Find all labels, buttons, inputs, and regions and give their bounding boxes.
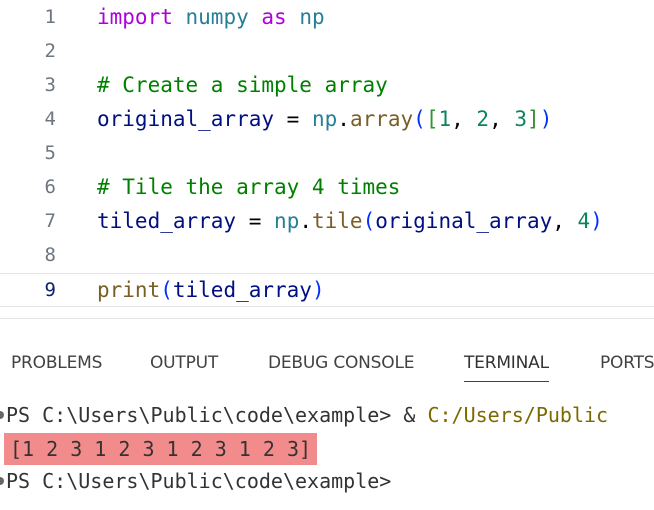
line-number: 6: [44, 176, 56, 198]
code-text: original_array = np.array([1, 2, 3]): [97, 107, 553, 131]
line-number: 4: [44, 108, 56, 130]
line-number: 8: [44, 244, 56, 266]
code-line-7[interactable]: 7 tiled_array = np.tile(original_array, …: [0, 204, 654, 238]
command-status-dot-icon: [0, 410, 4, 419]
tab-problems[interactable]: PROBLEMS: [11, 353, 102, 383]
command-status-dot-icon: [0, 476, 4, 485]
code-text: import numpy as np: [97, 5, 325, 29]
code-line-6[interactable]: 6 # Tile the array 4 times: [0, 170, 654, 204]
tab-terminal[interactable]: TERMINAL: [464, 353, 549, 383]
line-number: 3: [44, 74, 56, 96]
code-text: print(tiled_array): [97, 278, 325, 302]
tab-ports[interactable]: PORTS: [600, 353, 654, 383]
code-comment: # Create a simple array: [97, 73, 388, 97]
bottom-panel: PROBLEMS OUTPUT DEBUG CONSOLE TERMINAL P…: [0, 318, 654, 510]
terminal-prompt-line: PS C:\Users\Public\code\example>: [0, 465, 391, 497]
output-highlight: [1 2 3 1 2 3 1 2 3 1 2 3]: [4, 433, 318, 465]
code-line-9[interactable]: 9 print(tiled_array): [0, 273, 654, 307]
terminal-output: [1 2 3 1 2 3 1 2 3 1 2 3]: [4, 433, 318, 465]
line-number: 7: [44, 210, 56, 232]
code-line-1[interactable]: 1 import numpy as np: [0, 0, 654, 34]
active-tab-indicator: [464, 381, 549, 382]
code-text: tiled_array = np.tile(original_array, 4): [97, 209, 603, 233]
code-comment: # Tile the array 4 times: [97, 175, 401, 199]
code-line-2[interactable]: 2: [0, 34, 654, 68]
tab-debug-console[interactable]: DEBUG CONSOLE: [268, 353, 414, 383]
code-line-3[interactable]: 3 # Create a simple array: [0, 68, 654, 102]
line-number: 9: [44, 279, 56, 301]
code-editor[interactable]: 1 import numpy as np 2 3 # Create a simp…: [0, 0, 654, 318]
line-number: 5: [44, 142, 56, 164]
code-line-5[interactable]: 5: [0, 136, 654, 170]
line-number: 1: [44, 6, 56, 28]
code-line-4[interactable]: 4 original_array = np.array([1, 2, 3]): [0, 102, 654, 136]
line-number: 2: [44, 40, 56, 62]
code-line-8[interactable]: 8: [0, 238, 654, 272]
panel-tabs: PROBLEMS OUTPUT DEBUG CONSOLE TERMINAL P…: [0, 319, 654, 391]
terminal-command-line: PS C:\Users\Public\code\example> & C:/Us…: [0, 399, 608, 431]
tab-output[interactable]: OUTPUT: [150, 353, 218, 383]
